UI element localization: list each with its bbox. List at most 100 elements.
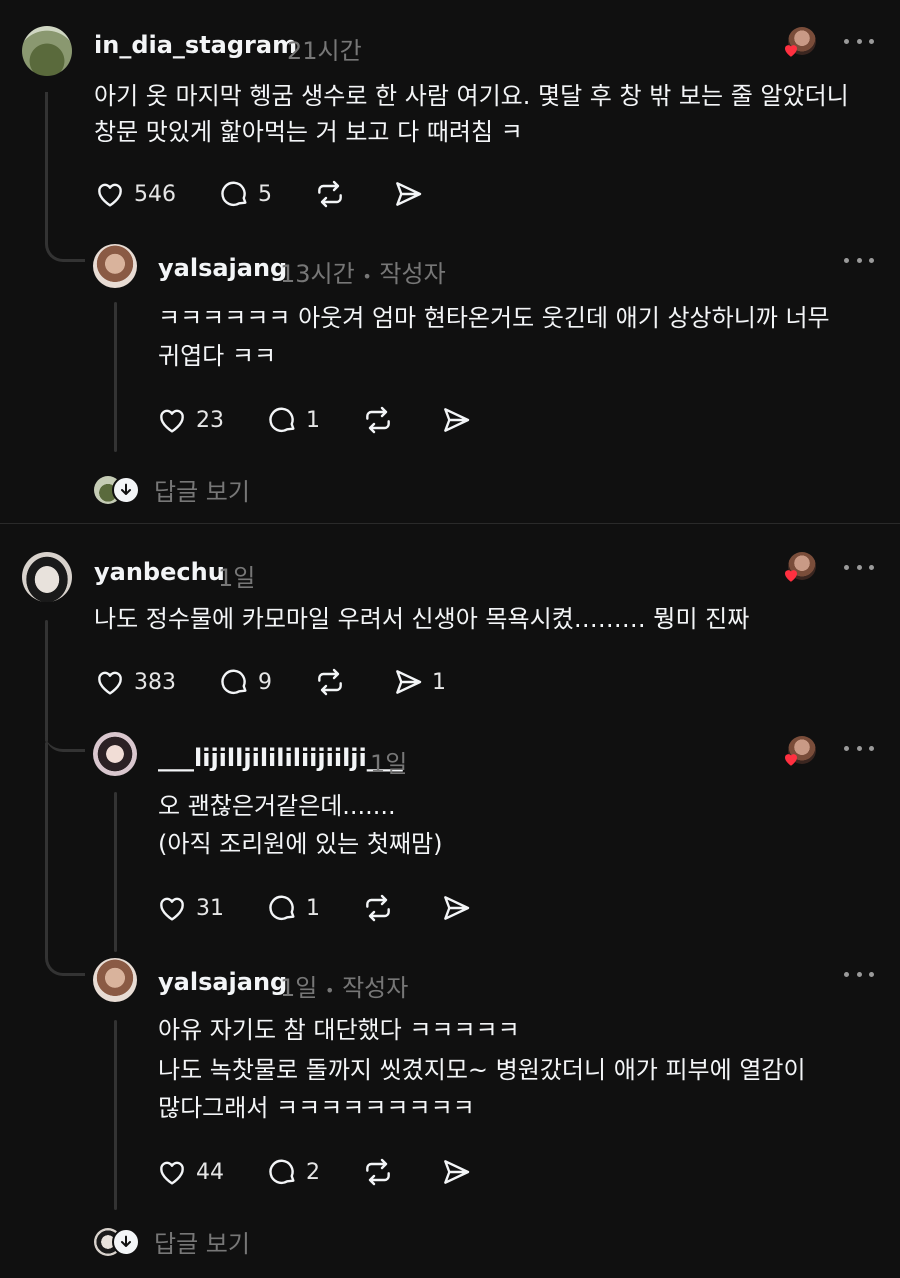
share-button[interactable]: 1 [392,666,446,698]
author-liked-badge [782,27,816,61]
thread-line [114,302,117,452]
heart-icon [160,409,184,433]
share-button[interactable] [440,404,472,436]
reply-button[interactable]: 2 [266,1156,320,1188]
comment-text-line: 나도 정수물에 카모마일 우려서 신생아 목욕시켰……… 뭥미 진짜 [94,605,750,633]
heart-icon [160,1161,184,1185]
send-icon [396,670,422,694]
reply-count: 9 [258,669,272,695]
repost-icon [318,668,342,696]
reply-button[interactable]: 1 [266,404,320,436]
comment-text-line: ㅋㅋㅋㅋㅋㅋ 아웃겨 엄마 현타온거도 웃긴데 애기 상상하니까 너무 [158,304,830,332]
share-button[interactable] [440,1156,472,1188]
view-replies-label: 답글 보기 [154,1230,250,1258]
thread-connector [45,700,85,752]
repost-button[interactable] [362,404,394,436]
like-count: 23 [196,407,224,433]
share-button[interactable] [392,178,424,210]
heart-icon [98,183,122,207]
username[interactable]: ___lijilljilililiijiilji___ [158,744,403,772]
reply-count: 1 [306,407,320,433]
like-button[interactable]: 31 [156,892,224,924]
comment-icon [269,895,295,921]
like-count: 546 [134,181,176,207]
reply-button[interactable]: 1 [266,892,320,924]
author-liked-badge [782,736,816,770]
comment-icon [221,669,247,695]
comment-text-line: 아기 옷 마지막 헹굼 생수로 한 사람 여기요. 몇달 후 창 밖 보는 줄 … [94,82,849,110]
more-icon[interactable] [844,742,874,754]
avatar[interactable] [22,26,72,76]
send-icon [444,896,470,920]
avatar[interactable] [93,732,137,776]
repost-button[interactable] [362,892,394,924]
like-count: 383 [134,669,176,695]
like-button[interactable]: 23 [156,404,224,436]
separator: • [362,267,372,286]
avatar[interactable] [93,958,137,1002]
author-liked-badge [782,552,816,586]
reply-button[interactable]: 5 [218,178,272,210]
username[interactable]: yalsajang [158,968,287,996]
reply-button[interactable]: 9 [218,666,272,698]
reply-count: 2 [306,1159,320,1185]
timestamp: 1일 • 작성자 [280,968,408,1003]
chevron-down-icon [112,475,140,504]
author-tag: 작성자 [379,260,446,288]
repost-button[interactable] [314,666,346,698]
like-count: 44 [196,1159,224,1185]
comment-text-line: 나도 녹찻물로 돌까지 씻겼지모~ 병원갔더니 애가 피부에 열감이 [158,1056,806,1084]
thread-connector [45,92,85,262]
share-button[interactable] [440,892,472,924]
author-tag: 작성자 [342,974,409,1002]
reply-count: 5 [258,181,272,207]
repost-icon [366,406,390,434]
comment-text-line: 귀엽다 ㅋㅋ [158,342,277,370]
heart-icon [98,671,122,695]
view-replies-button[interactable]: 답글 보기 [94,472,250,507]
comment-text-line: 오 괜찮은거같은데....... [158,792,396,820]
comment-icon [269,407,295,433]
username[interactable]: yalsajang [158,254,287,282]
send-icon [444,408,470,432]
like-button[interactable]: 383 [94,666,176,698]
thread-line [114,1020,117,1210]
thread-line [114,792,117,952]
like-button[interactable]: 546 [94,178,176,210]
username[interactable]: in_dia_stagram [94,31,297,59]
more-icon[interactable] [844,35,874,47]
red-heart-icon [785,45,797,57]
more-icon[interactable] [844,254,874,266]
view-replies-label: 답글 보기 [154,478,250,506]
send-icon [396,182,422,206]
comment-text-line: 아유 자기도 참 대단했다 ㅋㅋㅋㅋㅋ [158,1016,520,1044]
like-count: 31 [196,895,224,921]
comment-icon [269,1159,295,1185]
separator: • [325,981,335,1000]
share-count: 1 [432,669,446,695]
more-icon[interactable] [844,968,874,980]
repost-button[interactable] [314,178,346,210]
avatar[interactable] [22,552,72,602]
timestamp: 1일 [370,750,408,778]
send-icon [444,1160,470,1184]
timestamp: 1일 [218,564,256,592]
red-heart-icon [785,754,797,766]
comment-text-line: 창문 맛있게 핥아먹는 거 보고 다 때려침 ㅋ [94,118,523,146]
chevron-down-icon [112,1227,140,1256]
comment-text-line: (아직 조리원에 있는 첫째맘) [158,830,443,858]
comment-icon [221,181,247,207]
timestamp: 13시간 • 작성자 [280,254,446,289]
divider [0,523,900,524]
avatar[interactable] [93,244,137,288]
red-heart-icon [785,570,797,582]
username[interactable]: yanbechu [94,558,225,586]
repost-button[interactable] [362,1156,394,1188]
heart-icon [160,897,184,921]
like-button[interactable]: 44 [156,1156,224,1188]
view-replies-button[interactable]: 답글 보기 [94,1224,250,1259]
repost-icon [366,894,390,922]
comment-text-line: 많다그래서 ㅋㅋㅋㅋㅋㅋㅋㅋㅋ [158,1094,475,1122]
timestamp-value: 13시간 [280,260,355,288]
more-icon[interactable] [844,561,874,573]
